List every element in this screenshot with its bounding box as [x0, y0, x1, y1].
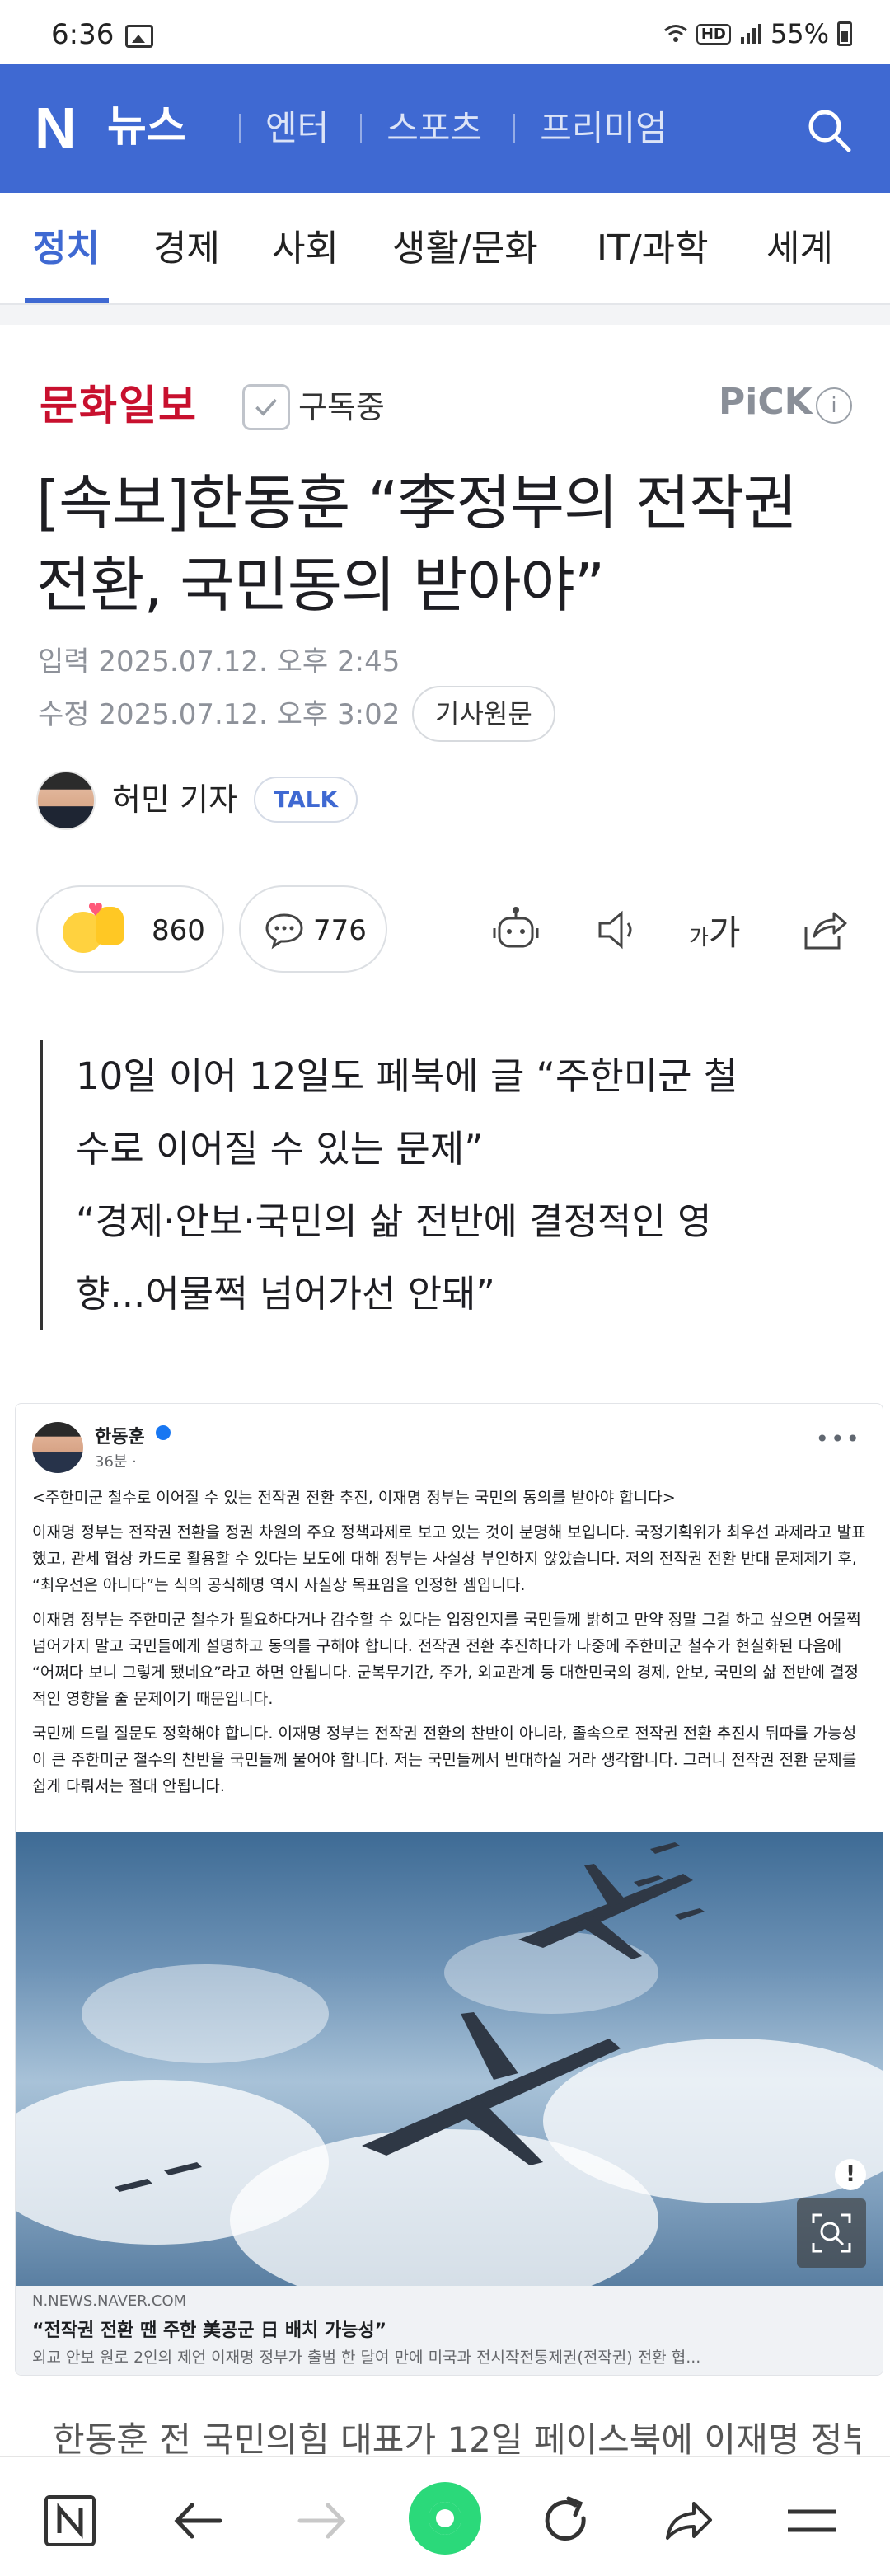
status-bar: 6:36 HD 55% — [0, 0, 890, 64]
active-tab-indicator — [25, 298, 109, 303]
original-article-button[interactable]: 기사원문 — [412, 686, 555, 742]
link-title: “전작권 전환 땐 주한 美공군 日 배치 가능성” — [32, 2320, 387, 2341]
image-zoom-icon[interactable] — [797, 2198, 866, 2268]
back-arrow-icon[interactable] — [169, 2492, 227, 2550]
fb-paragraph: <주한미군 철수로 이어질 수 있는 전작권 전환 추진, 이재명 정부는 국민… — [32, 1489, 676, 1507]
gallery-notification-icon — [125, 25, 153, 48]
robot-summary-icon[interactable] — [490, 903, 542, 956]
forward-arrow-icon — [297, 2503, 346, 2539]
battery-icon — [837, 21, 852, 46]
reporter-name[interactable]: 허민 기자 — [112, 777, 237, 823]
fb-post-text: <주한미군 철수로 이어질 수 있는 전작권 전환 추진, 이재명 정부는 국민… — [32, 1485, 868, 1808]
status-indicators: HD 55% — [663, 18, 852, 49]
bomber-formation-photo: ! — [16, 1832, 883, 2286]
news-logo-text[interactable]: 뉴스 — [107, 101, 186, 153]
info-icon[interactable]: i — [816, 387, 852, 424]
press-logo[interactable]: 문화일보 — [40, 373, 198, 432]
wifi-icon — [663, 25, 687, 42]
subscribe-check-icon[interactable] — [242, 384, 290, 430]
aircraft-silhouettes — [115, 1842, 705, 2192]
category-tabs: 정치 경제 사회 생활/문화 IT/과학 세계 — [0, 193, 890, 305]
hd-voice-icon: HD — [696, 23, 731, 45]
comment-button[interactable]: 776 — [239, 885, 387, 973]
heart-icon: ♥ — [87, 900, 104, 921]
browser-bottom-bar — [0, 2456, 890, 2576]
tab-economy[interactable]: 경제 — [153, 224, 220, 274]
input-date: 입력 2025.07.12. 오후 2:45 — [38, 645, 400, 678]
nav-divider — [360, 114, 363, 143]
fb-post-time: 36분 · — [95, 1453, 137, 1471]
nav-divider — [239, 114, 241, 143]
app-header: N 뉴스 엔터 스포츠 프리미엄 — [0, 64, 890, 193]
share-arrow-icon[interactable] — [659, 2492, 717, 2550]
tab-it-science[interactable]: IT/과학 — [597, 224, 709, 274]
naver-home-icon[interactable] — [41, 2492, 99, 2550]
fb-author-avatar — [32, 1422, 83, 1473]
comment-count: 776 — [313, 914, 367, 947]
share-icon[interactable] — [798, 903, 850, 956]
header-nav: 엔터 스포츠 프리미엄 — [239, 106, 699, 152]
nav-premium[interactable]: 프리미엄 — [540, 106, 668, 152]
battery-percent: 55% — [770, 18, 829, 49]
fb-paragraph: 국민께 드릴 질문도 정확해야 합니다. 이재명 정부는 전작권 전환의 찬반이… — [32, 1724, 857, 1795]
font-size-button[interactable]: 가가 — [689, 905, 741, 955]
pick-label: PiCK — [719, 381, 813, 423]
photo-info-icon[interactable]: ! — [835, 2159, 866, 2190]
search-icon[interactable] — [804, 106, 854, 155]
menu-icon[interactable] — [783, 2492, 841, 2550]
nav-sports[interactable]: 스포츠 — [386, 106, 482, 152]
tab-life-culture[interactable]: 생활/문화 — [392, 224, 538, 274]
talk-button[interactable]: TALK — [254, 777, 358, 823]
comment-icon — [265, 913, 303, 950]
nav-divider — [513, 114, 516, 143]
refresh-icon[interactable] — [537, 2492, 595, 2550]
tab-society[interactable]: 사회 — [272, 224, 339, 274]
summary-line: 10일 이어 12일도 페북에 글 “주한미군 철 — [76, 1054, 738, 1098]
font-size-small: 가 — [689, 926, 709, 950]
verified-badge-icon — [156, 1425, 171, 1440]
article-image-facebook-post[interactable]: 한동훈 36분 · ••• <주한미군 철수로 이어질 수 있는 전작권 전환 … — [15, 1403, 883, 2376]
tab-politics[interactable]: 정치 — [33, 224, 100, 274]
status-time: 6:36 — [51, 18, 115, 51]
modify-date: 수정 2025.07.12. 오후 3:02 — [38, 698, 400, 731]
signal-icon — [740, 24, 761, 44]
font-size-big: 가 — [708, 913, 741, 953]
fb-paragraph: 이재명 정부는 주한미군 철수가 필요하다거나 감수할 수 있다는 입장인지를 … — [32, 1611, 861, 1708]
link-domain: N.NEWS.NAVER.COM — [32, 2292, 187, 2310]
section-divider — [0, 305, 890, 325]
summary-line: 향...어물쩍 넘어가선 안돼” — [76, 1272, 495, 1316]
fb-author-name: 한동훈 — [95, 1427, 145, 1448]
reaction-button[interactable]: ♥ 860 — [36, 885, 224, 973]
reaction-count: 860 — [152, 914, 205, 947]
fb-paragraph: 이재명 정부는 전작권 전환을 정권 차원의 주요 정책과제로 보고 있는 것이… — [32, 1523, 866, 1594]
tab-world[interactable]: 세계 — [766, 224, 833, 274]
naver-logo[interactable]: N — [35, 99, 77, 157]
green-home-button[interactable] — [409, 2482, 481, 2555]
link-description: 외교 안보 원로 2인의 제언 이재명 정부가 출범 한 달여 만에 미국과 전… — [32, 2348, 701, 2367]
article-headline: [속보]한동훈 “李정부의 전작권 전환, 국민동의 받아야” — [36, 468, 798, 620]
fb-link-preview: N.NEWS.NAVER.COM “전작권 전환 땐 주한 美공군 日 배치 가… — [16, 2286, 883, 2375]
summary-line: 수로 이어질 수 있는 문제” — [76, 1127, 484, 1171]
more-icon: ••• — [815, 1425, 861, 1452]
speaker-icon[interactable] — [593, 903, 646, 956]
article-summary: 10일 이어 12일도 페북에 글 “주한미군 철 수로 이어질 수 있는 문제… — [40, 1040, 831, 1330]
reporter-avatar[interactable] — [36, 771, 96, 830]
nav-entertainment[interactable]: 엔터 — [265, 106, 329, 152]
summary-line: “경제·안보·국민의 삶 전반에 결정적인 영 — [76, 1199, 712, 1243]
subscribe-button[interactable]: 구독중 — [298, 384, 385, 430]
